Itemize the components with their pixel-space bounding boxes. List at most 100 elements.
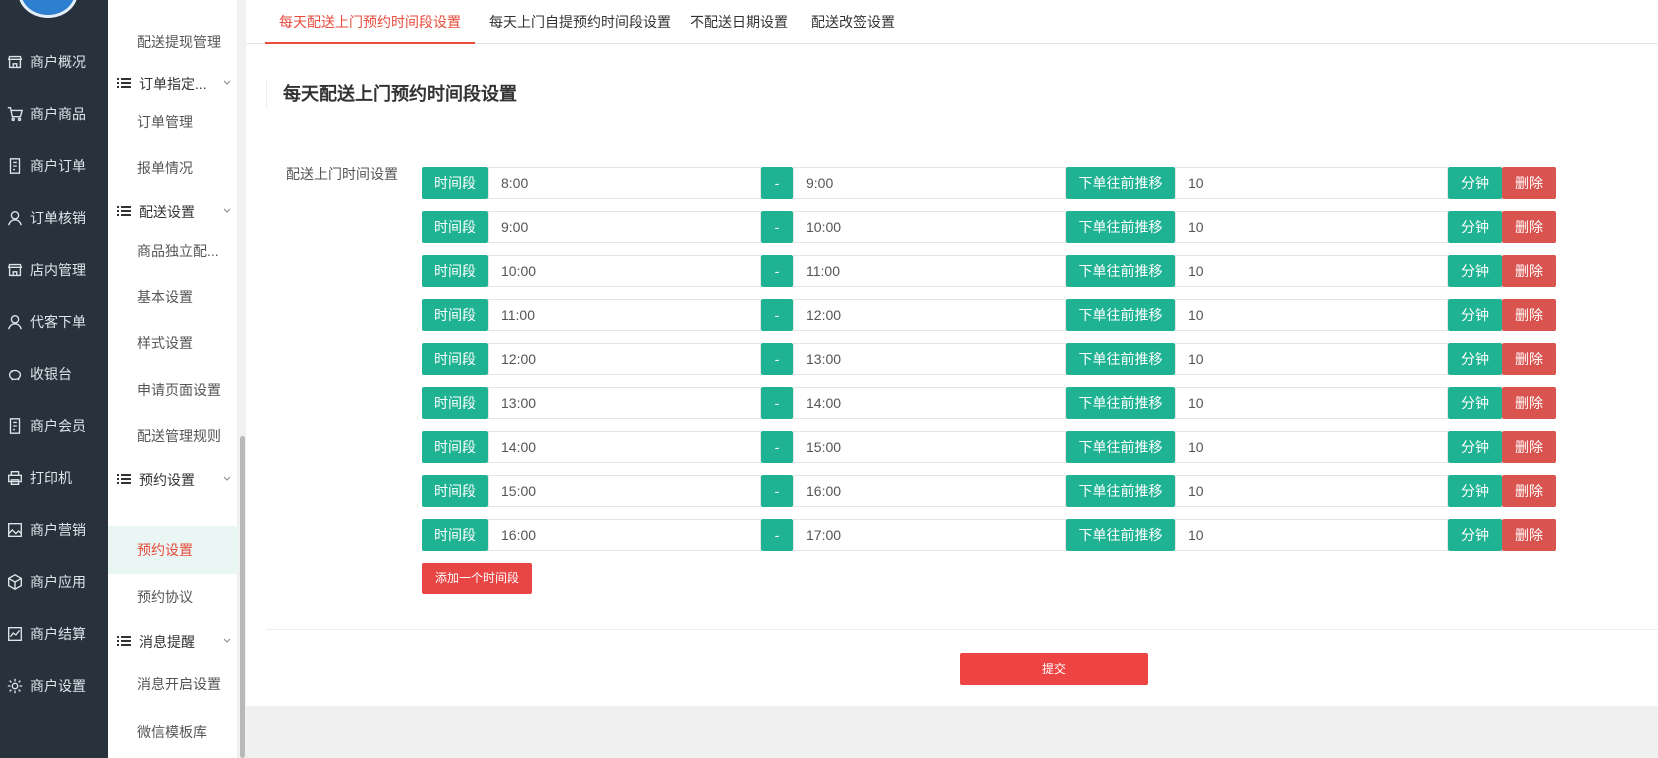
- nav-item-printer[interactable]: 打印机: [0, 463, 108, 493]
- sidebar-item-reservation-agreement[interactable]: 预约协议: [108, 573, 238, 621]
- time-slot-row: 时间段 - 下单往前推移 分钟删除: [422, 299, 1563, 331]
- start-time-input[interactable]: [488, 167, 761, 199]
- tab-pickup-time-slots[interactable]: 每天上门自提预约时间段设置: [475, 0, 685, 44]
- delete-button[interactable]: 删除: [1502, 255, 1556, 287]
- tab-delivery-reschedule[interactable]: 配送改签设置: [797, 0, 909, 44]
- end-time-input[interactable]: [793, 475, 1066, 507]
- minutes-label: 分钟: [1448, 167, 1502, 199]
- nav-item-merchant-products[interactable]: 商户商品: [0, 99, 108, 129]
- advance-label: 下单往前推移: [1066, 343, 1175, 375]
- start-time-input[interactable]: [488, 343, 761, 375]
- sidebar-item-product-delivery[interactable]: 商品独立配...: [108, 227, 238, 275]
- end-time-input[interactable]: [793, 343, 1066, 375]
- nav-item-merchant-overview[interactable]: 商户概况: [0, 47, 108, 77]
- sidebar-item-order-management[interactable]: 订单管理: [108, 98, 238, 146]
- advance-label: 下单往前推移: [1066, 475, 1175, 507]
- sidebar-item-message-settings[interactable]: 消息开启设置: [108, 660, 238, 708]
- nav-item-marketing[interactable]: 商户营销: [0, 515, 108, 545]
- time-slot-row: 时间段 - 下单往前推移 分钟删除: [422, 431, 1563, 463]
- sidebar-item-reservation-settings[interactable]: 预约设置: [108, 526, 238, 574]
- advance-minutes-input[interactable]: [1175, 211, 1448, 243]
- delete-button[interactable]: 删除: [1502, 211, 1556, 243]
- start-time-input[interactable]: [488, 431, 761, 463]
- range-dash: -: [761, 211, 793, 243]
- end-time-input[interactable]: [793, 255, 1066, 287]
- end-time-input[interactable]: [793, 211, 1066, 243]
- end-time-input[interactable]: [793, 519, 1066, 551]
- sidebar-item-withdraw-management[interactable]: 配送提现管理: [108, 18, 238, 66]
- sidebar-item-style-settings[interactable]: 样式设置: [108, 319, 238, 367]
- nav-item-settings[interactable]: 商户设置: [0, 671, 108, 701]
- nav-item-cashier[interactable]: 收银台: [0, 359, 108, 389]
- nav-item-settlement[interactable]: 商户结算: [0, 619, 108, 649]
- submit-button[interactable]: 提交: [960, 653, 1148, 685]
- minutes-label: 分钟: [1448, 299, 1502, 331]
- sidebar-group-reservation-settings[interactable]: 预约设置: [117, 467, 237, 493]
- delete-button[interactable]: 删除: [1502, 431, 1556, 463]
- sidebar-item-label: 样式设置: [137, 335, 193, 351]
- time-slot-row: 时间段 - 下单往前推移 分钟删除: [422, 167, 1563, 199]
- end-time-input[interactable]: [793, 431, 1066, 463]
- advance-minutes-input[interactable]: [1175, 387, 1448, 419]
- list-icon: [117, 472, 139, 488]
- shop-icon: [0, 261, 30, 279]
- end-time-input[interactable]: [793, 167, 1066, 199]
- advance-minutes-input[interactable]: [1175, 343, 1448, 375]
- time-slot-row: 时间段 - 下单往前推移 分钟删除: [422, 387, 1563, 419]
- nav-item-merchant-orders[interactable]: 商户订单: [0, 151, 108, 181]
- range-dash: -: [761, 343, 793, 375]
- sidebar-group-label: 消息提醒: [139, 634, 195, 650]
- sidebar-group-message-reminder[interactable]: 消息提醒: [117, 629, 237, 655]
- advance-label: 下单往前推移: [1066, 387, 1175, 419]
- start-time-input[interactable]: [488, 299, 761, 331]
- end-time-input[interactable]: [793, 299, 1066, 331]
- advance-minutes-input[interactable]: [1175, 519, 1448, 551]
- delete-button[interactable]: 删除: [1502, 343, 1556, 375]
- delete-button[interactable]: 删除: [1502, 387, 1556, 419]
- list-icon: [117, 76, 139, 92]
- nav-item-store-management[interactable]: 店内管理: [0, 255, 108, 285]
- sidebar-scrollbar-thumb[interactable]: [240, 436, 245, 758]
- sidebar-group-delivery-settings[interactable]: 配送设置: [117, 199, 237, 225]
- minutes-label: 分钟: [1448, 431, 1502, 463]
- sidebar-group-label: 预约设置: [139, 472, 195, 488]
- sidebar-item-wechat-templates[interactable]: 微信模板库: [108, 708, 238, 756]
- delete-button[interactable]: 删除: [1502, 167, 1556, 199]
- image-icon: [0, 521, 30, 539]
- start-time-input[interactable]: [488, 387, 761, 419]
- member-doc-icon: [0, 417, 30, 435]
- advance-minutes-input[interactable]: [1175, 431, 1448, 463]
- advance-minutes-input[interactable]: [1175, 475, 1448, 507]
- start-time-input[interactable]: [488, 255, 761, 287]
- end-time-input[interactable]: [793, 387, 1066, 419]
- advance-minutes-input[interactable]: [1175, 255, 1448, 287]
- avatar[interactable]: [18, 0, 78, 18]
- sidebar-item-basic-settings[interactable]: 基本设置: [108, 273, 238, 321]
- sidebar-item-apply-page-settings[interactable]: 申请页面设置: [108, 366, 238, 414]
- delete-button[interactable]: 删除: [1502, 475, 1556, 507]
- sidebar-item-label: 预约设置: [137, 542, 193, 558]
- printer-icon: [0, 469, 30, 487]
- start-time-input[interactable]: [488, 519, 761, 551]
- nav-item-apps[interactable]: 商户应用: [0, 567, 108, 597]
- tab-delivery-time-slots[interactable]: 每天配送上门预约时间段设置: [265, 0, 475, 44]
- delete-button[interactable]: 删除: [1502, 519, 1556, 551]
- delete-button[interactable]: 删除: [1502, 299, 1556, 331]
- sidebar-group-order-assign[interactable]: 订单指定...: [117, 71, 237, 97]
- nav-item-members[interactable]: 商户会员: [0, 411, 108, 441]
- nav-item-order-verify[interactable]: 订单核销: [0, 203, 108, 233]
- sidebar-item-label: 报单情况: [137, 160, 193, 176]
- start-time-input[interactable]: [488, 211, 761, 243]
- add-time-slot-button[interactable]: 添加一个时间段: [422, 563, 532, 594]
- sidebar-item-delivery-rules[interactable]: 配送管理规则: [108, 412, 238, 460]
- advance-label: 下单往前推移: [1066, 255, 1175, 287]
- sidebar-item-report-status[interactable]: 报单情况: [108, 144, 238, 192]
- tab-no-delivery-dates[interactable]: 不配送日期设置: [676, 0, 802, 44]
- minutes-label: 分钟: [1448, 343, 1502, 375]
- start-time-input[interactable]: [488, 475, 761, 507]
- advance-minutes-input[interactable]: [1175, 299, 1448, 331]
- nav-item-label: 商户应用: [30, 574, 86, 590]
- nav-item-proxy-order[interactable]: 代客下单: [0, 307, 108, 337]
- advance-minutes-input[interactable]: [1175, 167, 1448, 199]
- sidebar-group-label: 配送设置: [139, 204, 195, 220]
